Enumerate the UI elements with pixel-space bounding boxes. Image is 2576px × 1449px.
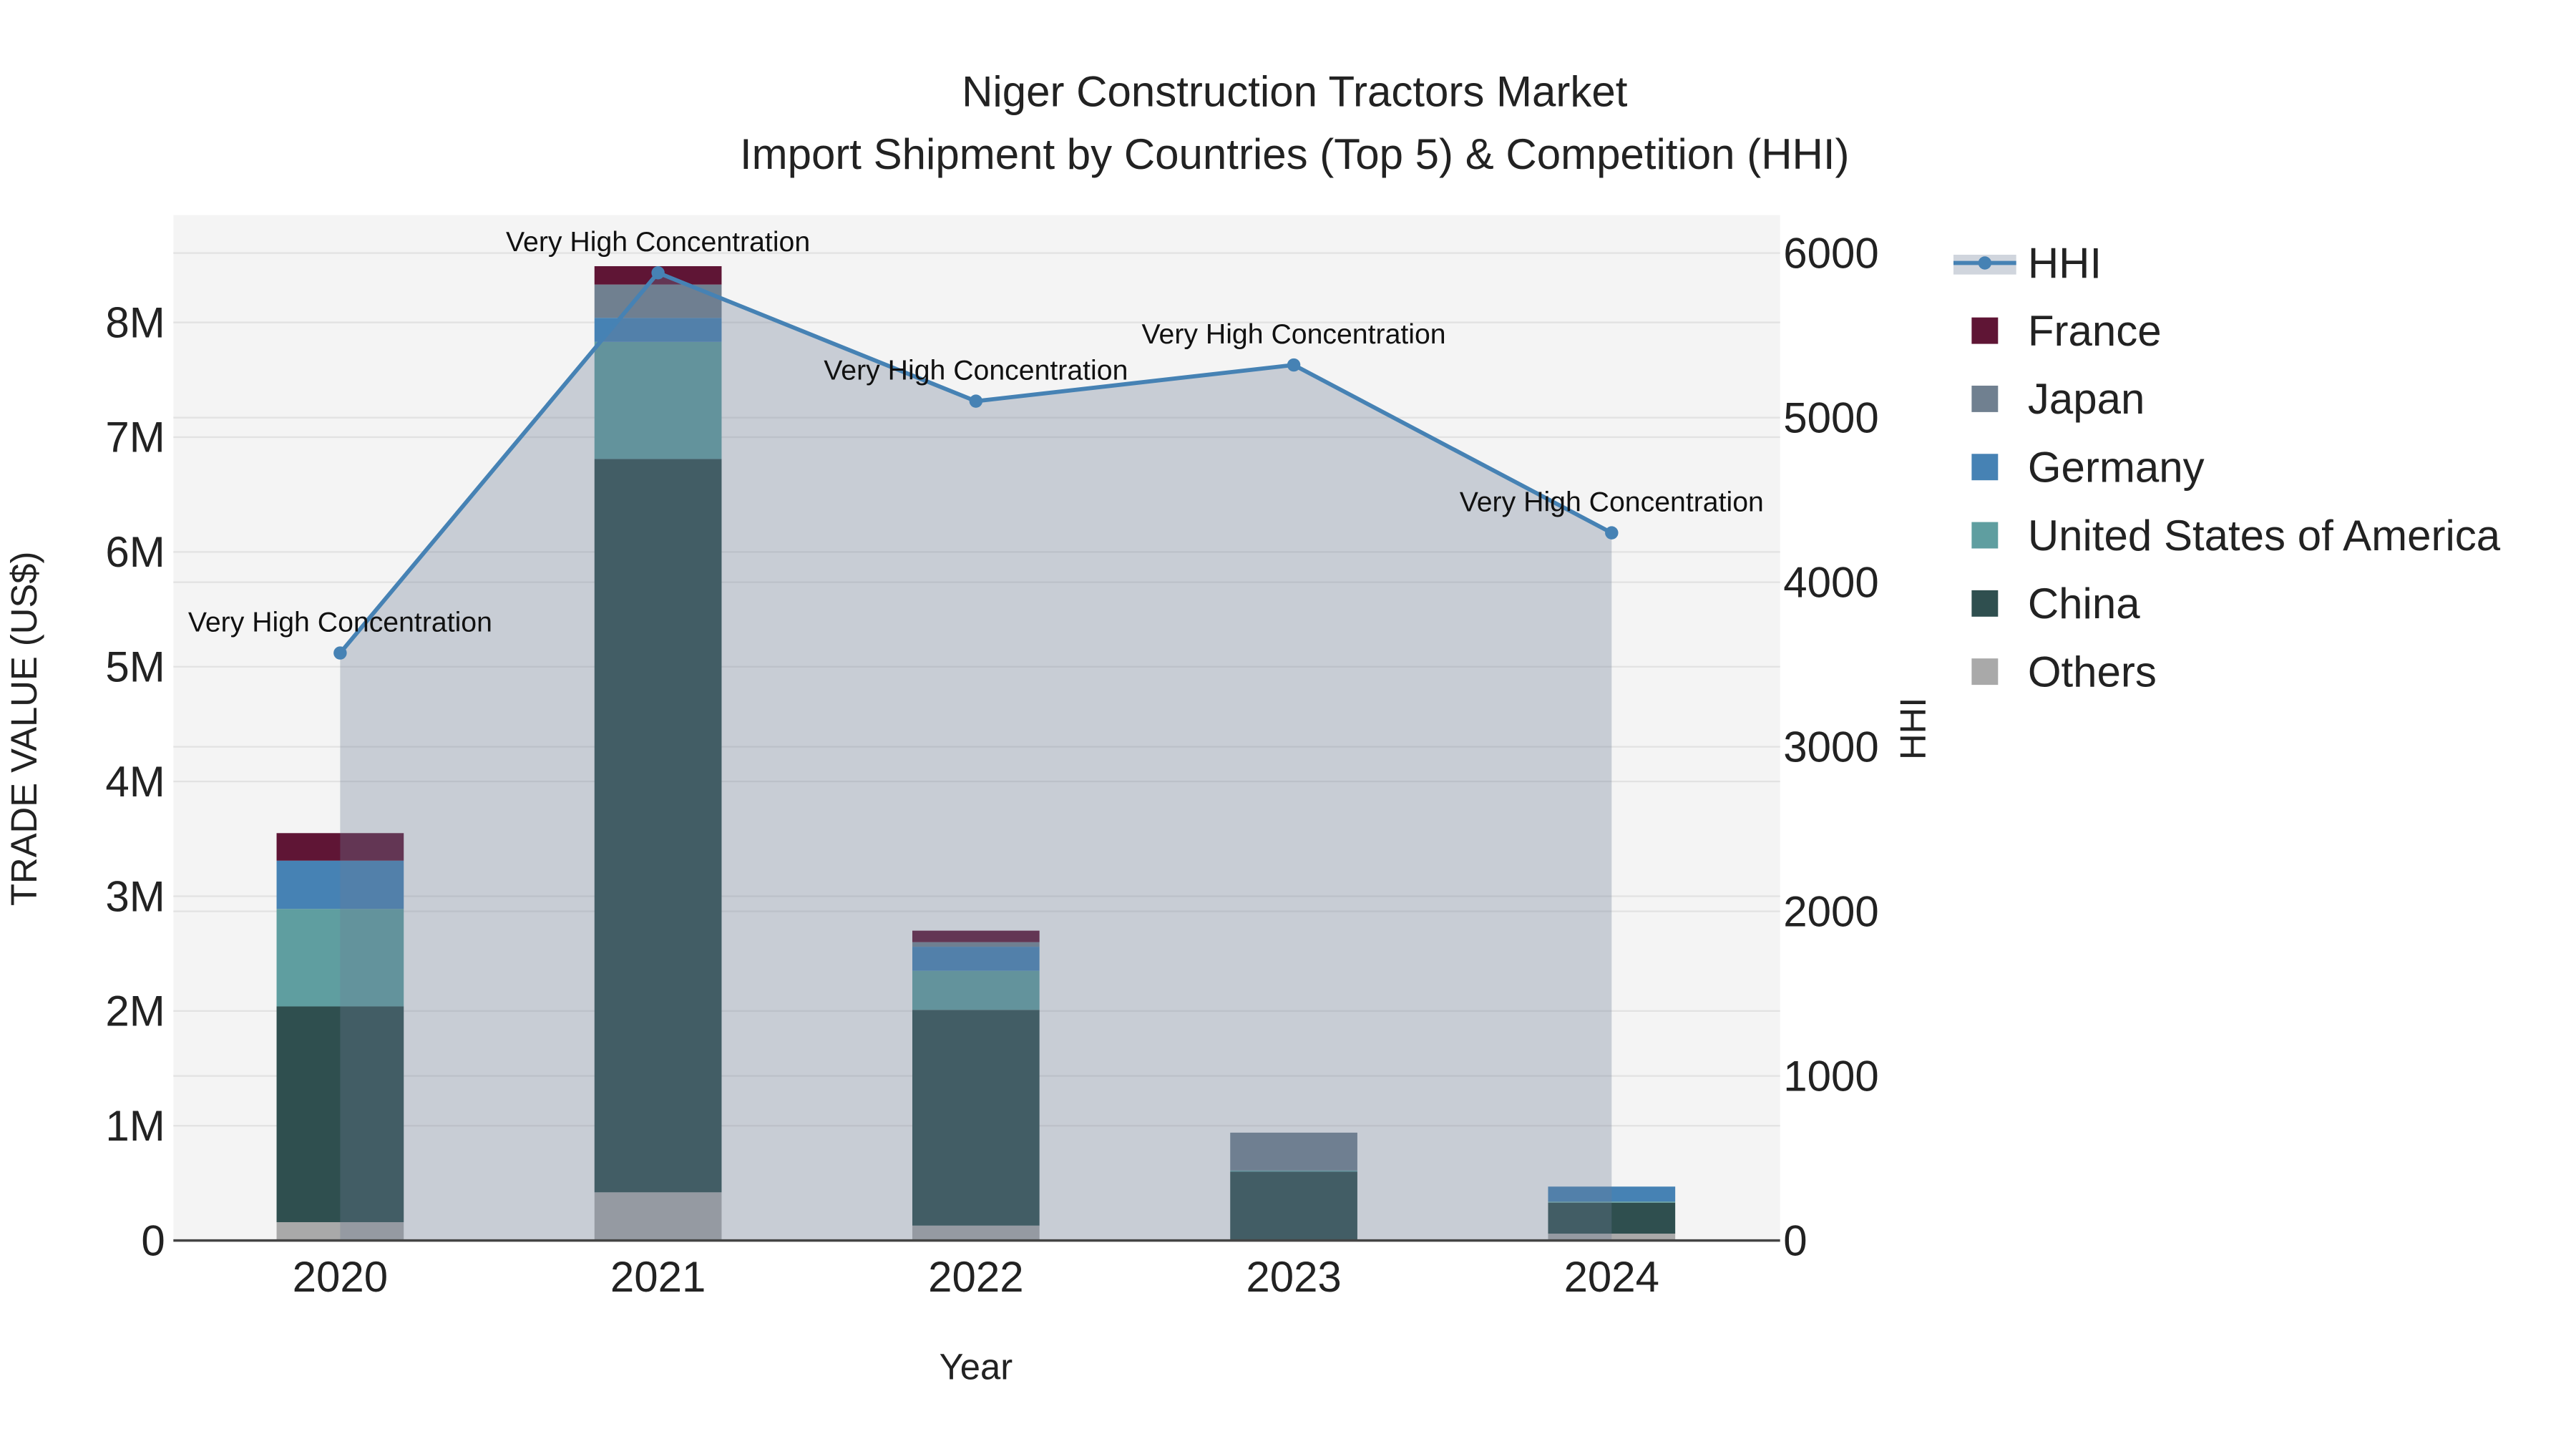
hhi-point <box>1605 526 1619 540</box>
y-tick-label: 3M <box>105 872 165 920</box>
hhi-annotation: Very High Concentration <box>824 355 1128 386</box>
legend-swatch <box>1971 454 1999 481</box>
x-tick-label: 2021 <box>610 1253 706 1301</box>
legend-hhi-marker <box>1978 256 1992 270</box>
y2-tick-label: 0 <box>1783 1216 1807 1264</box>
legend-label: Germany <box>2028 444 2205 492</box>
y-tick-label: 5M <box>105 643 165 691</box>
legend-label: United States of America <box>2028 512 2501 560</box>
y2-tick-label: 2000 <box>1783 887 1878 935</box>
y-axis-ticks: 0 1M 2M 3M 4M 5M 6M 7M 8M <box>105 298 165 1264</box>
y2-axis-ticks: 0 1000 2000 3000 4000 5000 6000 <box>1783 229 1878 1264</box>
legend: HHI France Japan Germany United States of Am… <box>1953 239 2501 696</box>
y2-axis-label: HHI <box>1893 698 1933 760</box>
y-tick-label: 1M <box>105 1102 165 1150</box>
legend-swatch <box>1971 385 1999 412</box>
x-tick-label: 2020 <box>293 1253 388 1301</box>
y2-tick-label: 4000 <box>1783 558 1878 606</box>
chart: Niger Construction Tractors Market Impor… <box>4 67 2501 1387</box>
legend-swatch <box>1971 317 1999 344</box>
x-axis-ticks: 2020 2021 2022 2023 2024 <box>293 1253 1659 1301</box>
y-tick-label: 8M <box>105 298 165 346</box>
hhi-point <box>1287 358 1301 372</box>
legend-label: France <box>2028 307 2162 355</box>
legend-label: China <box>2028 580 2140 628</box>
legend-label: Others <box>2028 648 2157 696</box>
legend-swatch <box>1971 522 1999 549</box>
y2-tick-label: 3000 <box>1783 723 1878 771</box>
hhi-point <box>333 646 347 660</box>
hhi-annotation: Very High Concentration <box>188 607 492 638</box>
y-tick-label: 0 <box>141 1216 165 1264</box>
y2-tick-label: 5000 <box>1783 394 1878 441</box>
legend-swatch <box>1971 590 1999 617</box>
chart-title: Niger Construction Tractors Market <box>962 67 1628 115</box>
y-tick-label: 7M <box>105 414 165 462</box>
legend-label: Japan <box>2028 375 2145 423</box>
hhi-annotation: Very High Concentration <box>506 226 810 258</box>
x-tick-label: 2022 <box>928 1253 1023 1301</box>
y2-tick-label: 6000 <box>1783 229 1878 277</box>
x-axis-label: Year <box>940 1347 1013 1387</box>
hhi-point <box>969 394 983 408</box>
y-tick-label: 6M <box>105 528 165 576</box>
y2-tick-label: 1000 <box>1783 1052 1878 1100</box>
legend-swatch <box>1971 658 1999 686</box>
chart-subtitle: Import Shipment by Countries (Top 5) & C… <box>740 130 1850 178</box>
x-tick-label: 2023 <box>1246 1253 1341 1301</box>
hhi-annotation: Very High Concentration <box>1142 318 1446 350</box>
legend-label: HHI <box>2028 239 2102 287</box>
x-tick-label: 2024 <box>1564 1253 1659 1301</box>
hhi-annotation: Very High Concentration <box>1460 487 1764 518</box>
y-tick-label: 2M <box>105 987 165 1035</box>
y-axis-label: TRADE VALUE (US$) <box>4 552 44 906</box>
y-tick-label: 4M <box>105 758 165 806</box>
hhi-point <box>651 266 665 280</box>
